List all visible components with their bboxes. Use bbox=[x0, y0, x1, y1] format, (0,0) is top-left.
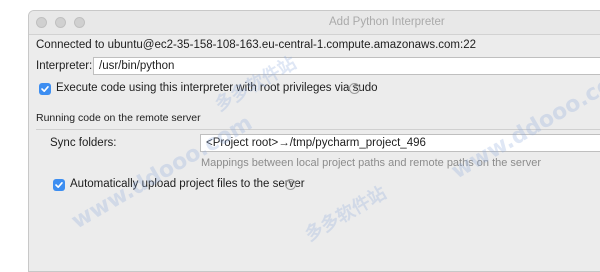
auto-upload-label: Automatically upload project files to th… bbox=[70, 178, 305, 190]
connection-status: Connected to ubuntu@ec2-35-158-108-163.e… bbox=[36, 39, 476, 51]
checkmark-icon bbox=[55, 182, 63, 188]
auto-upload-help-icon[interactable]: ? bbox=[285, 179, 296, 190]
section-divider bbox=[36, 129, 600, 130]
minimize-window-button[interactable] bbox=[55, 17, 66, 28]
add-python-interpreter-dialog: Add Python Interpreter Connected to ubun… bbox=[28, 10, 600, 272]
auto-upload-checkbox[interactable] bbox=[53, 179, 65, 191]
sync-folders-hint: Mappings between local project paths and… bbox=[201, 157, 541, 169]
close-window-button[interactable] bbox=[36, 17, 47, 28]
window-title: Add Python Interpreter bbox=[329, 16, 445, 28]
interpreter-path-value: /usr/bin/python bbox=[99, 60, 175, 72]
sync-folders-label: Sync folders: bbox=[50, 137, 117, 149]
sudo-label: Execute code using this interpreter with… bbox=[56, 82, 378, 94]
sync-folders-value: <Project root>→/tmp/pycharm_project_496 bbox=[206, 137, 426, 149]
sudo-help-icon[interactable]: ? bbox=[349, 83, 360, 94]
interpreter-label: Interpreter: bbox=[36, 60, 93, 72]
zoom-window-button[interactable] bbox=[74, 17, 85, 28]
window-controls bbox=[36, 17, 85, 28]
screen: Add Python Interpreter Connected to ubun… bbox=[0, 0, 600, 272]
checkmark-icon bbox=[41, 86, 49, 92]
sync-folders-field[interactable]: <Project root>→/tmp/pycharm_project_496 bbox=[200, 134, 600, 152]
interpreter-path-field[interactable]: /usr/bin/python bbox=[93, 57, 600, 75]
title-bar: Add Python Interpreter bbox=[29, 11, 600, 35]
sudo-checkbox[interactable] bbox=[39, 83, 51, 95]
remote-section-title: Running code on the remote server bbox=[36, 112, 201, 124]
